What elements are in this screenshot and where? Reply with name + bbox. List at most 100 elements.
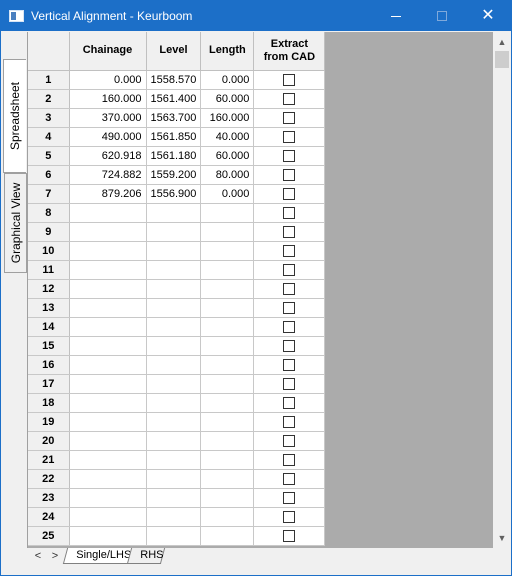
level-cell[interactable]: 1563.700 [146, 108, 202, 128]
tab-spreadsheet[interactable]: Spreadsheet [3, 59, 26, 173]
row-number[interactable]: 6 [28, 165, 70, 185]
length-cell[interactable]: 60.000 [200, 146, 255, 166]
extract-from-cad-checkbox[interactable] [283, 377, 296, 390]
level-cell[interactable]: 1556.900 [146, 184, 202, 204]
length-cell[interactable] [200, 507, 255, 527]
level-cell[interactable] [146, 469, 202, 489]
chainage-cell[interactable] [69, 260, 147, 280]
chainage-cell[interactable] [69, 526, 147, 546]
row-number[interactable]: 17 [28, 374, 70, 394]
length-cell[interactable] [200, 355, 255, 375]
chainage-cell[interactable] [69, 507, 147, 527]
close-button[interactable]: ✕ [465, 1, 511, 31]
chainage-cell[interactable]: 370.000 [69, 108, 147, 128]
chainage-cell[interactable]: 724.882 [69, 165, 147, 185]
extract-from-cad-checkbox[interactable] [283, 149, 296, 162]
chainage-cell[interactable] [69, 222, 147, 242]
row-number[interactable]: 10 [28, 241, 70, 261]
extract-from-cad-checkbox[interactable] [283, 339, 296, 352]
title-bar[interactable]: Vertical Alignment - Keurboom ✕ [1, 1, 511, 31]
extract-from-cad-checkbox[interactable] [283, 225, 296, 238]
level-cell[interactable] [146, 260, 202, 280]
level-cell[interactable] [146, 412, 202, 432]
row-number[interactable]: 23 [28, 488, 70, 508]
chainage-cell[interactable]: 490.000 [69, 127, 147, 147]
row-number[interactable]: 21 [28, 450, 70, 470]
row-number[interactable]: 15 [28, 336, 70, 356]
level-cell[interactable] [146, 241, 202, 261]
chainage-cell[interactable]: 620.918 [69, 146, 147, 166]
row-number[interactable]: 19 [28, 412, 70, 432]
scroll-down-icon[interactable]: ▼ [493, 530, 511, 546]
chainage-cell[interactable] [69, 336, 147, 356]
extract-from-cad-checkbox[interactable] [283, 92, 296, 105]
level-cell[interactable] [146, 526, 202, 546]
length-cell[interactable] [200, 374, 255, 394]
extract-from-cad-checkbox[interactable] [283, 206, 296, 219]
row-number[interactable]: 2 [28, 89, 70, 109]
scroll-thumb[interactable] [495, 51, 509, 68]
extract-from-cad-checkbox[interactable] [283, 529, 296, 542]
row-number[interactable]: 14 [28, 317, 70, 337]
tab-graphical-view[interactable]: Graphical View [4, 173, 27, 273]
extract-from-cad-checkbox[interactable] [283, 453, 296, 466]
length-cell[interactable] [200, 279, 255, 299]
level-cell[interactable]: 1561.180 [146, 146, 202, 166]
extract-from-cad-checkbox[interactable] [283, 472, 296, 485]
extract-from-cad-checkbox[interactable] [283, 358, 296, 371]
extract-from-cad-checkbox[interactable] [283, 510, 296, 523]
extract-from-cad-checkbox[interactable] [283, 301, 296, 314]
level-cell[interactable] [146, 203, 202, 223]
chainage-cell[interactable] [69, 279, 147, 299]
chainage-cell[interactable]: 160.000 [69, 89, 147, 109]
level-cell[interactable] [146, 355, 202, 375]
row-number[interactable]: 12 [28, 279, 70, 299]
extract-from-cad-checkbox[interactable] [283, 130, 296, 143]
level-cell[interactable]: 1559.200 [146, 165, 202, 185]
column-header-chainage[interactable]: Chainage [69, 32, 147, 71]
row-number[interactable]: 7 [28, 184, 70, 204]
length-cell[interactable]: 0.000 [200, 184, 255, 204]
scroll-up-icon[interactable]: ▲ [493, 34, 511, 50]
row-number[interactable]: 20 [28, 431, 70, 451]
sheet-prev-button[interactable]: < [30, 549, 46, 563]
extract-from-cad-checkbox[interactable] [283, 396, 296, 409]
level-cell[interactable] [146, 431, 202, 451]
chainage-cell[interactable] [69, 298, 147, 318]
chainage-cell[interactable] [69, 412, 147, 432]
level-cell[interactable]: 1561.850 [146, 127, 202, 147]
level-cell[interactable] [146, 450, 202, 470]
chainage-cell[interactable] [69, 355, 147, 375]
extract-from-cad-checkbox[interactable] [283, 168, 296, 181]
extract-from-cad-checkbox[interactable] [283, 187, 296, 200]
sheet-tab-rhs[interactable]: RHS [126, 548, 166, 564]
length-cell[interactable] [200, 317, 255, 337]
chainage-cell[interactable] [69, 469, 147, 489]
extract-from-cad-checkbox[interactable] [283, 434, 296, 447]
row-number[interactable]: 13 [28, 298, 70, 318]
level-cell[interactable] [146, 222, 202, 242]
level-cell[interactable] [146, 336, 202, 356]
row-number[interactable]: 1 [28, 70, 70, 90]
row-number[interactable]: 18 [28, 393, 70, 413]
sheet-tab-single-lhs[interactable]: Single/LHS [62, 548, 134, 564]
extract-from-cad-checkbox[interactable] [283, 73, 296, 86]
extract-from-cad-checkbox[interactable] [283, 491, 296, 504]
length-cell[interactable] [200, 450, 255, 470]
length-cell[interactable] [200, 469, 255, 489]
row-number[interactable]: 5 [28, 146, 70, 166]
level-cell[interactable]: 1561.400 [146, 89, 202, 109]
length-cell[interactable]: 160.000 [200, 108, 255, 128]
extract-from-cad-checkbox[interactable] [283, 320, 296, 333]
column-header-length[interactable]: Length [200, 32, 255, 71]
chainage-cell[interactable]: 0.000 [69, 70, 147, 90]
chainage-cell[interactable] [69, 317, 147, 337]
column-header-level[interactable]: Level [146, 32, 202, 71]
level-cell[interactable] [146, 374, 202, 394]
length-cell[interactable] [200, 260, 255, 280]
length-cell[interactable] [200, 526, 255, 546]
row-number[interactable]: 8 [28, 203, 70, 223]
extract-from-cad-checkbox[interactable] [283, 263, 296, 276]
level-cell[interactable] [146, 488, 202, 508]
length-cell[interactable] [200, 298, 255, 318]
